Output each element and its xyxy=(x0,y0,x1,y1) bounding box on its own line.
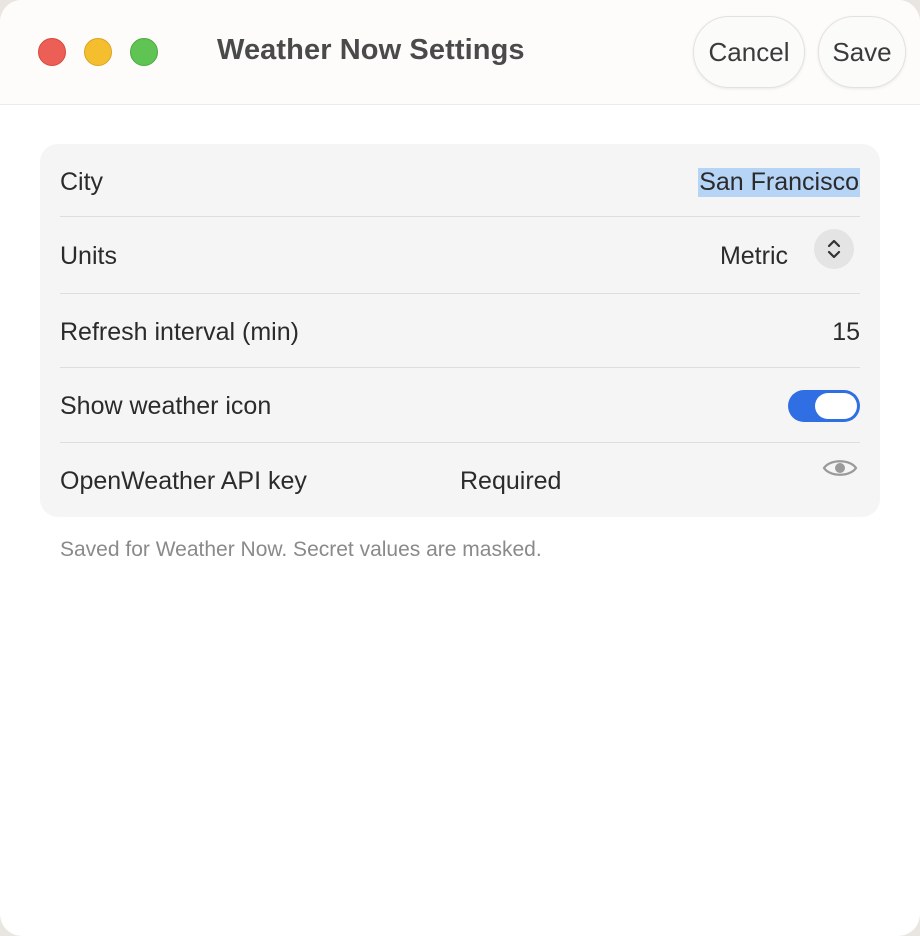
footnote-text: Saved for Weather Now. Secret values are… xyxy=(60,538,542,561)
window-title: Weather Now Settings xyxy=(217,34,525,66)
divider xyxy=(60,293,860,294)
title-bar: Weather Now Settings Cancel Save xyxy=(0,0,920,105)
eye-icon[interactable] xyxy=(822,456,858,487)
units-select-value[interactable]: Metric xyxy=(720,242,788,271)
show-icon-toggle[interactable] xyxy=(788,390,860,422)
units-label: Units xyxy=(60,242,117,270)
show-icon-label: Show weather icon xyxy=(60,392,272,420)
city-label: City xyxy=(60,168,104,196)
divider xyxy=(60,367,860,368)
cancel-button[interactable]: Cancel xyxy=(693,16,805,88)
city-field[interactable]: San Francisco xyxy=(698,168,860,197)
refresh-label: Refresh interval (min) xyxy=(60,318,299,346)
close-window-button[interactable] xyxy=(38,38,66,66)
minimize-window-button[interactable] xyxy=(84,38,112,66)
up-down-chevron-icon[interactable] xyxy=(814,229,854,269)
divider xyxy=(60,442,860,443)
maximize-window-button[interactable] xyxy=(130,38,158,66)
divider xyxy=(60,216,860,217)
api-key-field[interactable]: Required xyxy=(460,467,561,496)
api-key-label: OpenWeather API key xyxy=(60,467,307,495)
refresh-interval-field[interactable]: 15 xyxy=(832,318,860,347)
toggle-knob xyxy=(815,393,857,419)
settings-card: City San Francisco Units Metric Refresh … xyxy=(40,144,880,517)
settings-window: Weather Now Settings Cancel Save City Sa… xyxy=(0,0,920,936)
save-button[interactable]: Save xyxy=(818,16,906,88)
